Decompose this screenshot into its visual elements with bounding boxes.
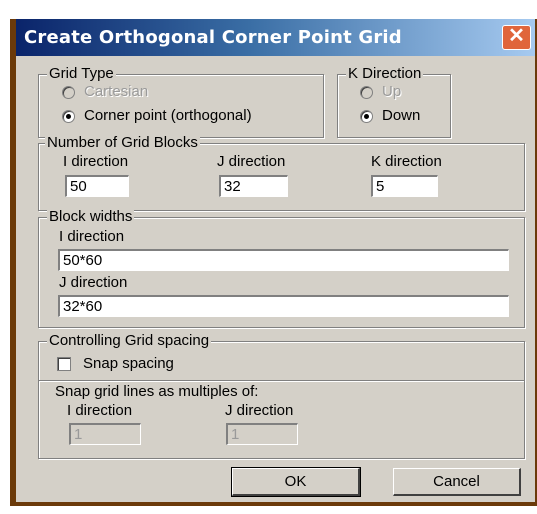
grid-type-group: Grid Type Cartesian Corner point (orthog… [38, 65, 324, 138]
create-grid-dialog: Create Orthogonal Corner Point Grid ✕ Gr… [10, 19, 537, 506]
snap-i-label: I direction [67, 402, 133, 419]
snap-spacing-label: Snap spacing [83, 355, 174, 372]
widths-i-input[interactable]: 50*60 [58, 249, 509, 271]
title-bar[interactable]: Create Orthogonal Corner Point Grid ✕ [16, 19, 535, 56]
blocks-j-label: J direction [217, 153, 286, 170]
down-radio[interactable] [360, 110, 373, 123]
grid-spacing-legend: Controlling Grid spacing [47, 332, 212, 349]
ok-button-label: OK [284, 473, 307, 490]
block-widths-group: Block widths I direction 50*60 J directi… [38, 208, 525, 328]
snap-j-label: J direction [225, 402, 294, 419]
up-radio[interactable] [360, 86, 373, 99]
grid-blocks-group: Number of Grid Blocks I direction 50 J d… [38, 134, 525, 211]
blocks-k-input[interactable]: 5 [371, 175, 438, 197]
cartesian-label: Cartesian [84, 83, 149, 100]
k-direction-group: K Direction Up Down [337, 65, 451, 138]
corner-point-radio[interactable] [62, 110, 75, 123]
cartesian-radio[interactable] [62, 86, 75, 99]
block-widths-legend: Block widths [47, 208, 135, 225]
grid-blocks-legend: Number of Grid Blocks [45, 134, 200, 151]
corner-point-label: Corner point (orthogonal) [84, 107, 252, 124]
blocks-i-label: I direction [63, 153, 129, 170]
spacing-divider [39, 380, 524, 382]
window-title: Create Orthogonal Corner Point Grid [24, 27, 402, 48]
snap-multiples-label: Snap grid lines as multiples of: [55, 383, 259, 400]
cancel-button[interactable]: Cancel [393, 468, 521, 496]
blocks-j-input[interactable]: 32 [219, 175, 288, 197]
widths-j-input[interactable]: 32*60 [58, 295, 509, 317]
k-direction-legend: K Direction [346, 65, 424, 82]
widths-j-label: J direction [59, 274, 128, 291]
cancel-button-label: Cancel [433, 473, 480, 490]
close-button[interactable]: ✕ [502, 25, 531, 50]
grid-type-legend: Grid Type [47, 65, 116, 82]
ok-button[interactable]: OK [231, 467, 361, 497]
blocks-k-label: K direction [371, 153, 442, 170]
snap-i-input[interactable]: 1 [69, 423, 141, 445]
close-icon: ✕ [508, 25, 525, 47]
snap-j-input[interactable]: 1 [226, 423, 298, 445]
down-label: Down [382, 107, 421, 124]
grid-spacing-group: Controlling Grid spacing Snap spacing Sn… [38, 332, 525, 459]
widths-i-label: I direction [59, 228, 125, 245]
snap-spacing-checkbox[interactable] [57, 357, 71, 371]
up-label: Up [382, 83, 402, 100]
blocks-i-input[interactable]: 50 [65, 175, 129, 197]
